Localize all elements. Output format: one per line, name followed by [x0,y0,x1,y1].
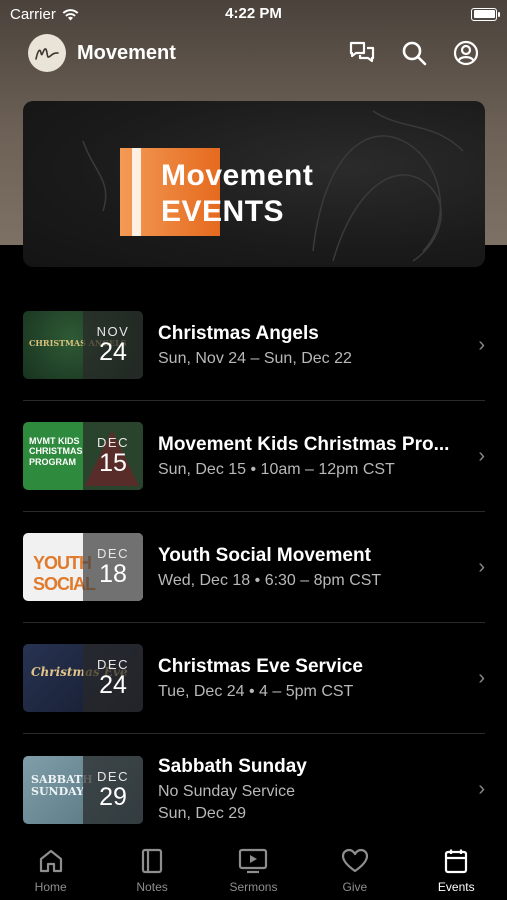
search-icon[interactable] [399,38,429,68]
event-title: Sabbath Sunday [158,756,307,777]
notes-icon [141,848,163,874]
chevron-right-icon: › [478,666,485,689]
app-title: Movement [77,41,176,64]
event-title: Movement Kids Christmas Pro... [158,433,450,455]
date-badge: NOV 24 [83,311,143,379]
status-bar: Carrier 4:22 PM [0,0,507,28]
calendar-icon [445,849,468,874]
event-datetime: Sun, Nov 24 – Sun, Dec 22 [158,349,352,367]
date-badge: DEC 18 [83,533,143,601]
event-item[interactable]: CHRISTMAS ANGELS NOV 24 Christmas Angels… [23,290,485,401]
event-item[interactable]: SABBATH SUNDAY DEC 29 Sabbath Sunday No … [23,734,485,845]
sermons-icon [239,848,268,874]
logo-icon [35,48,59,60]
event-note: No Sunday Service [158,783,295,800]
event-datetime: Sun, Dec 29 [158,805,247,822]
date-month: NOV [96,324,130,340]
battery-icon [471,7,500,21]
tab-give-label: Give [342,880,368,894]
hero-title-line1: Movement [161,159,314,192]
event-thumbnail: SABBATH SUNDAY DEC 29 [23,755,143,824]
tab-sermons-label: Sermons [229,880,278,894]
tab-sermons[interactable]: Sermons [203,848,304,900]
church-logo-avatar[interactable] [28,34,66,72]
event-thumbnail: Christmas Eve DEC 24 [23,644,143,712]
date-badge: DEC 29 [83,755,143,824]
thumbnail-text: SABBATH SUNDAY [31,772,93,799]
tab-notes[interactable]: Notes [102,848,203,900]
chat-icon[interactable] [347,38,377,68]
event-item[interactable]: MVMT KIDS CHRISTMAS PROGRAM DEC 15 Movem… [23,401,485,512]
heart-icon [341,848,368,873]
hero-accent-bar [132,148,141,236]
tab-home-label: Home [34,880,67,894]
event-item[interactable]: YOUTH SOCIAL DEC 18 Youth Social Movemen… [23,512,485,623]
event-item[interactable]: Christmas Eve DEC 24 Christmas Eve Servi… [23,623,485,734]
event-title: Christmas Eve Service [158,655,363,677]
date-badge: DEC 24 [83,644,143,712]
date-day: 15 [99,449,127,478]
event-thumbnail: YOUTH SOCIAL DEC 18 [23,533,143,601]
profile-icon[interactable] [451,38,481,68]
event-title: Youth Social Movement [158,544,371,566]
tab-notes-label: Notes [136,880,168,894]
event-datetime: Sun, Dec 15 • 10am – 12pm CST [158,460,395,478]
tab-events-label: Events [437,880,475,894]
events-hero-banner: Movement EVENTS [23,101,485,267]
event-thumbnail: MVMT KIDS CHRISTMAS PROGRAM DEC 15 [23,422,143,490]
app-header: Movement [0,30,507,76]
chevron-right-icon: › [478,555,485,578]
date-badge: DEC 15 [83,422,143,490]
events-list: CHRISTMAS ANGELS NOV 24 Christmas Angels… [23,290,485,845]
home-icon [39,849,62,873]
chevron-right-icon: › [478,444,485,467]
tab-home[interactable]: Home [0,848,101,900]
event-datetime: Wed, Dec 18 • 6:30 – 8pm CST [158,571,382,589]
event-thumbnail: CHRISTMAS ANGELS NOV 24 [23,311,143,379]
date-month: DEC [97,546,129,562]
tab-give[interactable]: Give [304,848,405,900]
status-time: 4:22 PM [225,5,282,22]
date-day: 24 [99,671,127,700]
date-month: DEC [97,768,129,784]
tab-bar: Home Notes Sermons Give Events [0,836,507,900]
date-month: DEC [97,435,129,451]
chevron-right-icon: › [478,333,485,356]
tab-events[interactable]: Events [406,848,507,900]
event-title: Christmas Angels [158,322,319,344]
date-day: 24 [99,338,127,367]
event-datetime: Tue, Dec 24 • 4 – 5pm CST [158,682,354,700]
date-month: DEC [97,657,129,673]
date-day: 29 [99,782,127,811]
chevron-right-icon: › [478,778,485,800]
date-day: 18 [99,560,127,589]
hero-title-line2: EVENTS [161,195,285,228]
thumbnail-text: MVMT KIDS CHRISTMAS PROGRAM [29,436,83,467]
